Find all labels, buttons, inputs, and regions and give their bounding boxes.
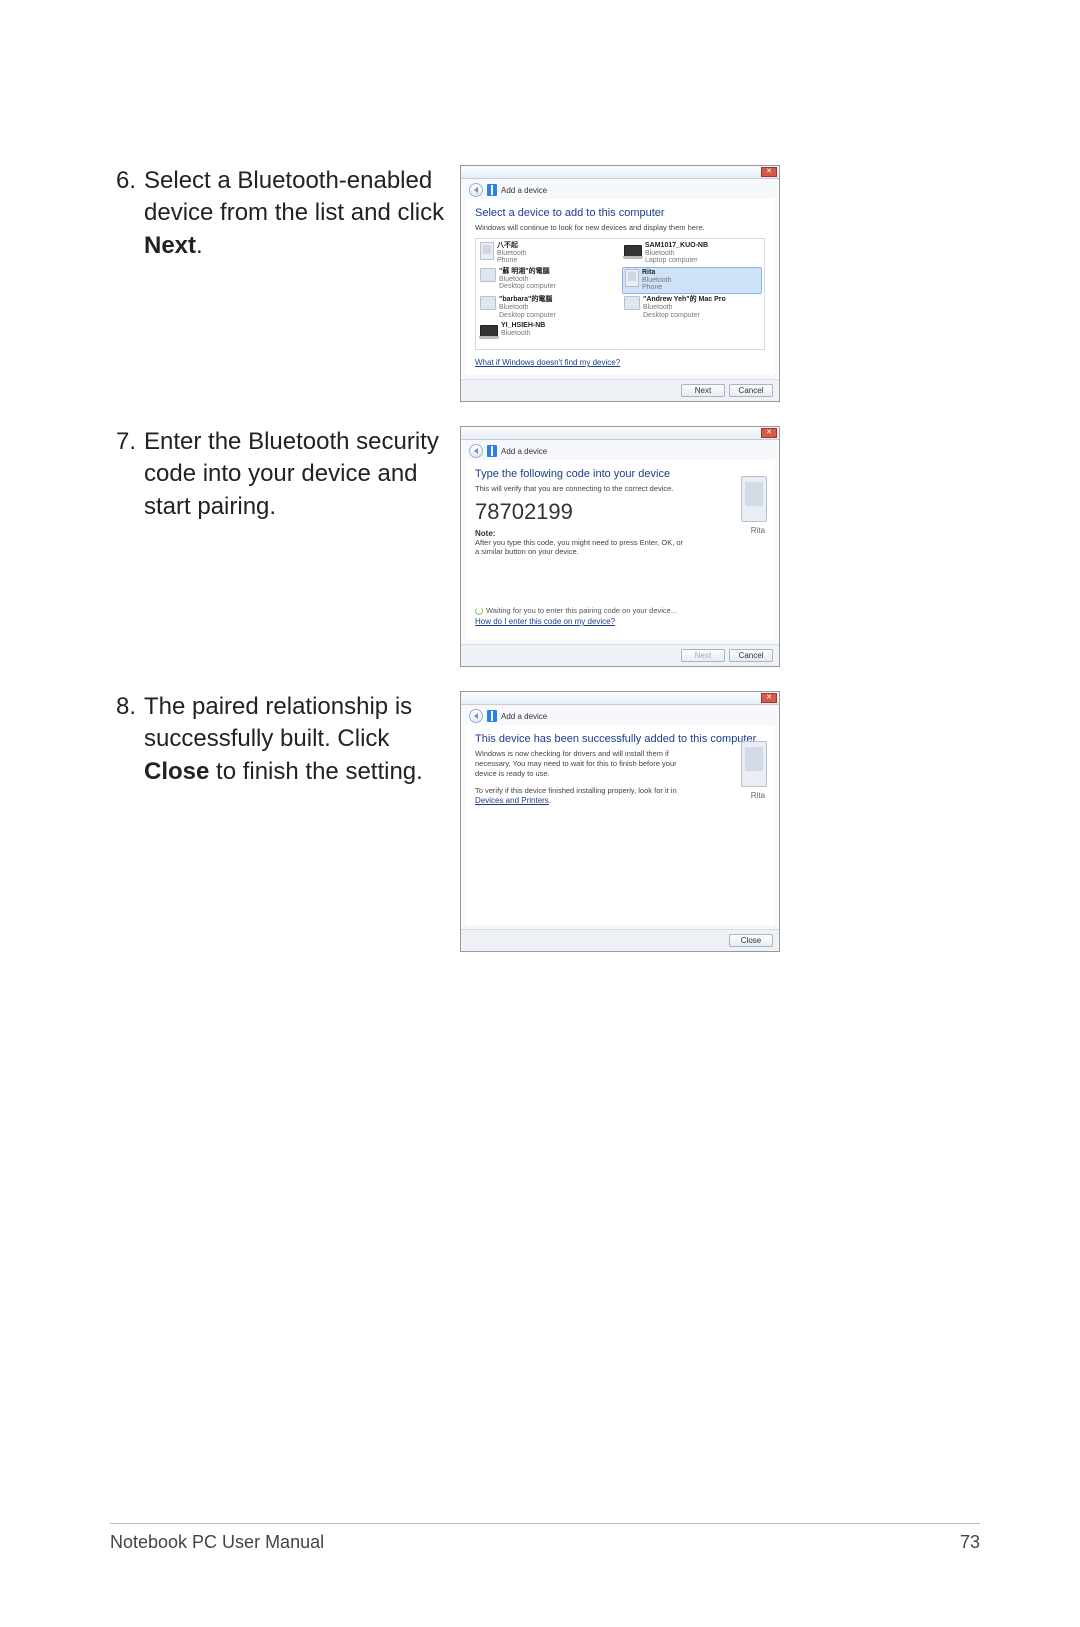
- phone-icon: [741, 741, 767, 787]
- laptop-icon: [480, 325, 498, 337]
- dialog-footer: Next Cancel: [461, 379, 779, 401]
- crumb-text: Add a device: [501, 447, 547, 456]
- next-button[interactable]: Next: [681, 384, 725, 397]
- bluetooth-icon: [487, 445, 497, 457]
- step-7: 7. Enter the Bluetooth security code int…: [110, 426, 980, 667]
- step-body: Enter the Bluetooth security code into y…: [144, 426, 450, 523]
- crumb-text: Add a device: [501, 712, 547, 721]
- dialog-breadcrumb: Add a device: [461, 440, 779, 460]
- note-label: Note:: [475, 529, 765, 538]
- device-info: "蘇 明湘"的電腦BluetoothDesktop computer: [499, 268, 556, 291]
- device-info: "barbara"的電腦BluetoothDesktop computer: [499, 296, 556, 319]
- step-7-text: 7. Enter the Bluetooth security code int…: [110, 426, 450, 523]
- step-6-text: 6. Select a Bluetooth-enabled device fro…: [110, 165, 450, 262]
- step-6: 6. Select a Bluetooth-enabled device fro…: [110, 165, 980, 402]
- success-text-1: Windows is now checking for drivers and …: [475, 749, 685, 778]
- phone-icon: [480, 242, 494, 260]
- back-icon[interactable]: [469, 709, 483, 723]
- dialog-breadcrumb: Add a device: [461, 179, 779, 199]
- verify-text: To verify if this device finished instal…: [475, 786, 677, 795]
- phone-icon: [741, 476, 767, 522]
- step-8-text-a: The paired relationship is successfully …: [144, 693, 412, 752]
- dialog-titlebar: ✕: [461, 166, 779, 179]
- dialog-body: Select a device to add to this computer …: [465, 199, 775, 375]
- step-6-bold: Next: [144, 232, 196, 259]
- bluetooth-icon: [487, 710, 497, 722]
- device-item[interactable]: RitaBluetoothPhone: [622, 267, 762, 294]
- back-icon[interactable]: [469, 183, 483, 197]
- back-icon[interactable]: [469, 444, 483, 458]
- dialog-hint: Windows will continue to look for new de…: [475, 223, 765, 232]
- step-8: 8. The paired relationship is successful…: [110, 691, 980, 952]
- add-device-dialog-1: ✕ Add a device Select a device to add to…: [460, 165, 780, 402]
- bluetooth-icon: [487, 184, 497, 196]
- dialog-title: This device has been successfully added …: [475, 733, 765, 745]
- next-button: Next: [681, 649, 725, 662]
- close-icon[interactable]: ✕: [761, 167, 777, 177]
- device-item[interactable]: "蘇 明湘"的電腦BluetoothDesktop computer: [478, 267, 618, 294]
- step-8-text: 8. The paired relationship is successful…: [110, 691, 450, 788]
- device-info: 八不起BluetoothPhone: [497, 242, 527, 265]
- laptop-icon: [624, 245, 642, 257]
- spinner-icon: [475, 607, 483, 615]
- step-8-bold: Close: [144, 758, 209, 785]
- dialog-titlebar: ✕: [461, 427, 779, 440]
- desk-icon: [480, 296, 496, 310]
- close-icon[interactable]: ✕: [761, 428, 777, 438]
- step-6-text-b: .: [196, 232, 203, 259]
- dialog-breadcrumb: Add a device: [461, 705, 779, 725]
- waiting-text: Waiting for you to enter this pairing co…: [486, 606, 677, 615]
- step-6-text-a: Select a Bluetooth-enabled device from t…: [144, 167, 444, 226]
- cancel-button[interactable]: Cancel: [729, 384, 773, 397]
- dialog-hint: This will verify that you are connecting…: [475, 484, 765, 493]
- pairing-code: 78702199: [475, 499, 765, 525]
- crumb-text: Add a device: [501, 186, 547, 195]
- close-icon[interactable]: ✕: [761, 693, 777, 703]
- step-8-text-b: to finish the setting.: [209, 758, 422, 785]
- dialog-titlebar: ✕: [461, 692, 779, 705]
- device-info: YI_HSIEH-NBBluetooth: [501, 322, 545, 337]
- success-text-2: To verify if this device finished instal…: [475, 786, 685, 806]
- close-button[interactable]: Close: [729, 934, 773, 947]
- device-item[interactable]: YI_HSIEH-NBBluetooth: [478, 321, 618, 338]
- page-footer: Notebook PC User Manual 73: [110, 1523, 980, 1553]
- help-link[interactable]: How do I enter this code on my device?: [475, 617, 615, 626]
- step-body: Select a Bluetooth-enabled device from t…: [144, 165, 450, 262]
- device-info: RitaBluetoothPhone: [642, 269, 672, 292]
- device-item[interactable]: "Andrew Yeh"的 Mac ProBluetoothDesktop co…: [622, 295, 762, 320]
- step-number: 8.: [110, 691, 144, 788]
- step-number: 7.: [110, 426, 144, 523]
- phone-label: Rita: [751, 526, 765, 535]
- step-number: 6.: [110, 165, 144, 262]
- footer-title: Notebook PC User Manual: [110, 1532, 324, 1553]
- dialog-body: Type the following code into your device…: [465, 460, 775, 640]
- devices-printers-link[interactable]: Devices and Printers: [475, 796, 549, 805]
- device-list[interactable]: 八不起BluetoothPhone SAM1017_KUO-NBBluetooth…: [475, 238, 765, 350]
- dialog-title: Type the following code into your device: [475, 468, 765, 480]
- dialog-body: This device has been successfully added …: [465, 725, 775, 925]
- cancel-button[interactable]: Cancel: [729, 649, 773, 662]
- page-number: 73: [960, 1532, 980, 1553]
- device-item[interactable]: 八不起BluetoothPhone: [478, 241, 618, 266]
- device-item[interactable]: SAM1017_KUO-NBBluetoothLaptop computer: [622, 241, 762, 266]
- phone-label: Rita: [751, 791, 765, 800]
- note-text: After you type this code, you might need…: [475, 538, 685, 556]
- dialog-footer: Next Cancel: [461, 644, 779, 666]
- device-item[interactable]: "barbara"的電腦BluetoothDesktop computer: [478, 295, 618, 320]
- add-device-dialog-3: ✕ Add a device This device has been succ…: [460, 691, 780, 952]
- waiting-line: Waiting for you to enter this pairing co…: [475, 606, 765, 615]
- help-link[interactable]: What if Windows doesn't find my device?: [475, 358, 620, 367]
- dialog-footer: Close: [461, 929, 779, 951]
- add-device-dialog-2: ✕ Add a device Type the following code i…: [460, 426, 780, 667]
- dialog-title: Select a device to add to this computer: [475, 207, 765, 219]
- desk-icon: [480, 268, 496, 282]
- step-body: The paired relationship is successfully …: [144, 691, 450, 788]
- desk-icon: [624, 296, 640, 310]
- device-info: SAM1017_KUO-NBBluetoothLaptop computer: [645, 242, 708, 265]
- phone-icon: [625, 269, 639, 287]
- device-info: "Andrew Yeh"的 Mac ProBluetoothDesktop co…: [643, 296, 726, 319]
